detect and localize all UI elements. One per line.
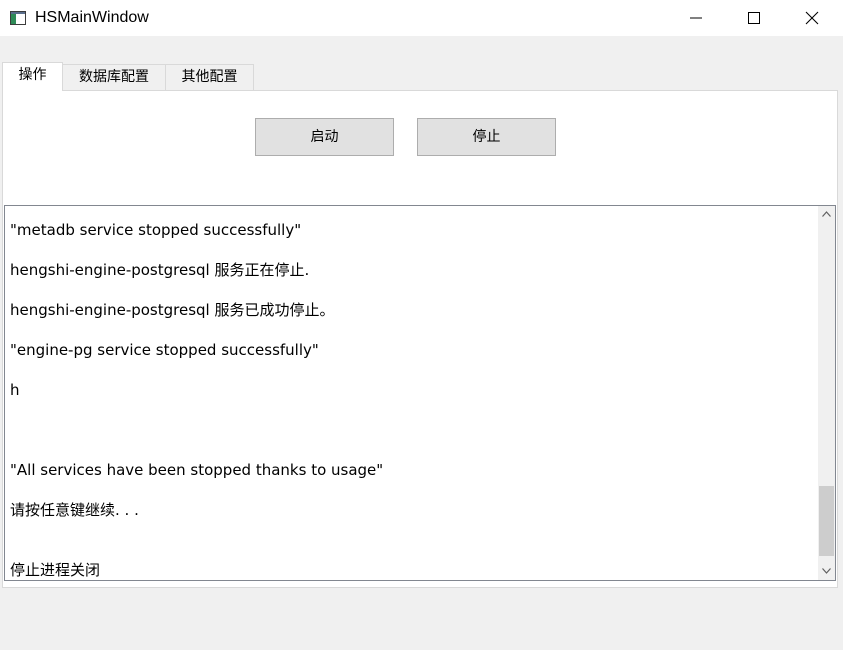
- window-title: HSMainWindow: [35, 9, 149, 26]
- start-button[interactable]: 启动: [255, 118, 394, 156]
- maximize-button[interactable]: [725, 0, 783, 36]
- log-line: 停止进程关闭: [10, 561, 101, 579]
- log-lines: "metadb service stopped successfully" he…: [10, 206, 815, 580]
- tab-database-config[interactable]: 数据库配置: [62, 64, 166, 91]
- window-app-icon: [10, 10, 26, 26]
- maximize-icon: [748, 12, 760, 24]
- scroll-down-button[interactable]: [818, 563, 835, 580]
- log-line: hengshi-engine-postgresql 服务已成功停止。: [10, 301, 335, 319]
- minimize-button[interactable]: [667, 0, 725, 36]
- main-window: HSMainWindow 操作 数据库配置 其他配置 启动 停止 "metadb…: [0, 0, 843, 650]
- title-bar[interactable]: HSMainWindow: [0, 0, 843, 36]
- tab-other-config[interactable]: 其他配置: [165, 64, 254, 91]
- log-line: 请按任意键继续. . .: [10, 501, 139, 519]
- close-icon: [805, 11, 819, 25]
- tab-operations[interactable]: 操作: [2, 62, 63, 91]
- close-button[interactable]: [783, 0, 841, 36]
- chevron-down-icon: [822, 568, 831, 574]
- log-line: "All services have been stopped thanks t…: [10, 461, 384, 479]
- chevron-up-icon: [822, 211, 831, 217]
- log-line: h: [10, 381, 20, 399]
- log-line: "metadb service stopped successfully": [10, 221, 302, 239]
- minimize-icon: [690, 17, 702, 19]
- scroll-up-button[interactable]: [818, 206, 835, 223]
- log-scrollbar[interactable]: [818, 206, 835, 580]
- stop-button[interactable]: 停止: [417, 118, 556, 156]
- log-output[interactable]: "metadb service stopped successfully" he…: [4, 205, 836, 581]
- log-line: hengshi-engine-postgresql 服务正在停止.: [10, 261, 310, 279]
- log-line: "engine-pg service stopped successfully": [10, 341, 319, 359]
- scroll-thumb[interactable]: [819, 486, 834, 556]
